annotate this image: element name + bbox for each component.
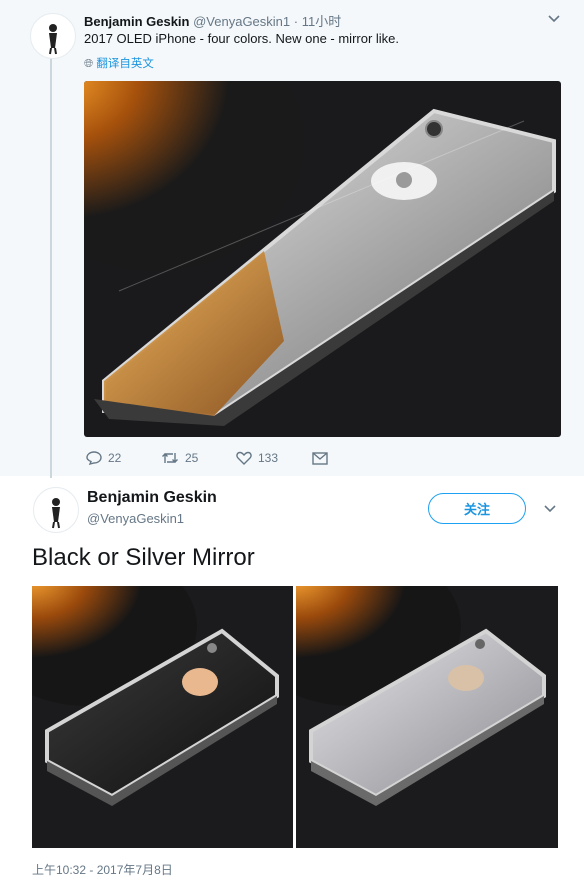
- parent-tweet[interactable]: Benjamin Geskin @VenyaGeskin1 · 11小时 201…: [0, 0, 584, 478]
- tweet-photo-right[interactable]: [296, 586, 558, 848]
- person-silhouette-icon: [49, 24, 57, 55]
- thread-connector-line: [50, 58, 52, 478]
- like-button[interactable]: 133: [236, 448, 278, 468]
- author-handle[interactable]: @VenyaGeskin1: [193, 14, 290, 29]
- author-name[interactable]: Benjamin Geskin: [87, 489, 217, 507]
- author-name[interactable]: Benjamin Geskin: [84, 14, 189, 29]
- direct-message-button[interactable]: [312, 448, 328, 468]
- tweet-header: Benjamin Geskin @VenyaGeskin1 · 11小时: [84, 11, 341, 30]
- silver-mirror-iphone-photo-icon: [296, 586, 558, 848]
- tweet-photo[interactable]: [84, 81, 561, 437]
- envelope-icon: [312, 451, 328, 465]
- translate-link[interactable]: 🌐︎ 翻译自英文: [84, 55, 154, 71]
- tweet-time[interactable]: 11小时: [302, 14, 342, 29]
- retweet-button[interactable]: 25: [161, 448, 198, 468]
- author-handle[interactable]: @VenyaGeskin1: [87, 511, 184, 526]
- avatar[interactable]: [33, 487, 79, 533]
- avatar[interactable]: [30, 13, 76, 59]
- person-silhouette-icon: [52, 498, 60, 529]
- chevron-down-icon[interactable]: [542, 501, 558, 517]
- tweet-text: 2017 OLED iPhone - four colors. New one …: [84, 31, 400, 46]
- translate-label: 翻译自英文: [96, 58, 154, 70]
- globe-icon: 🌐︎: [84, 58, 94, 70]
- heart-icon: [236, 451, 252, 465]
- tweet-photo-left[interactable]: [32, 586, 293, 848]
- follow-button[interactable]: 关注: [428, 493, 526, 524]
- tweet-timestamp[interactable]: 上午10:32 - 2017年7月8日: [32, 861, 173, 878]
- like-count: 133: [258, 451, 279, 465]
- mirror-iphone-photo-icon: [84, 81, 561, 437]
- tweet-text: Black or Silver Mirror: [32, 544, 255, 571]
- reply-count: 22: [108, 451, 122, 465]
- chevron-down-icon[interactable]: [546, 11, 562, 27]
- black-mirror-iphone-photo-icon: [32, 586, 293, 848]
- reply-icon: [86, 451, 102, 465]
- retweet-count: 25: [185, 451, 199, 465]
- reply-button[interactable]: 22: [86, 448, 121, 468]
- tweet-actions: 22 25 133: [86, 448, 386, 468]
- separator: ·: [293, 14, 299, 29]
- retweet-icon: [162, 453, 178, 463]
